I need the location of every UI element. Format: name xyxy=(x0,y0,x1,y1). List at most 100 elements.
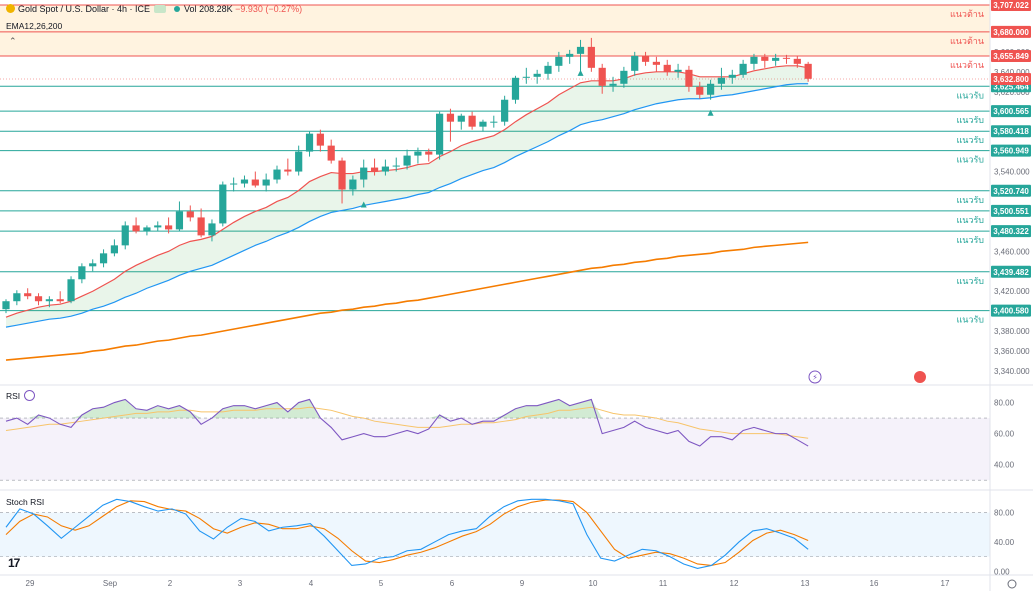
rsi-panel[interactable] xyxy=(0,398,990,481)
us-flag-icon xyxy=(914,371,926,383)
candle-body xyxy=(273,169,281,180)
candle-body xyxy=(24,293,32,297)
support-label: แนวรับ xyxy=(956,196,984,206)
x-tick-label: 3 xyxy=(238,579,243,588)
candle-body xyxy=(425,151,433,155)
candle-body xyxy=(457,115,465,122)
last-price-text: 3,632.800 xyxy=(993,75,1029,84)
candle-body xyxy=(609,83,617,86)
candle-body xyxy=(739,63,747,75)
candle-body xyxy=(620,70,628,84)
price-tag-text: 3,580.418 xyxy=(993,127,1029,136)
y-tick-label: 3,460.000 xyxy=(994,247,1030,256)
candle-body xyxy=(479,121,487,127)
candle-body xyxy=(696,86,704,95)
resistance-label: แนวต้าน xyxy=(950,36,984,47)
symbol-title: Gold Spot / U.S. Dollar · 4h · ICE xyxy=(18,4,151,14)
candle-body xyxy=(240,179,249,184)
candle-body xyxy=(165,225,173,230)
candle-body xyxy=(750,56,758,64)
rsi-settings-icon[interactable] xyxy=(24,390,36,401)
stoch-tick-label: 0.00 xyxy=(994,567,1010,576)
price-tag-text: 3,680.000 xyxy=(993,28,1029,37)
price-tag-text: 3,520.740 xyxy=(993,187,1029,196)
candle-body xyxy=(403,155,411,166)
candle-body xyxy=(707,83,715,95)
rsi-overbought-fill xyxy=(125,399,137,419)
price-change: −9.930 (−0.27%) xyxy=(235,4,303,14)
lightning-icon-glyph: ⚡ xyxy=(812,373,818,382)
candle-body xyxy=(121,225,129,246)
y-tick-label: 3,540.000 xyxy=(994,168,1030,177)
x-tick-label: 9 xyxy=(520,579,525,588)
candle-body xyxy=(110,245,118,254)
candle-body xyxy=(67,279,75,302)
candle-body xyxy=(555,56,563,66)
buy-marker xyxy=(577,69,584,76)
candle-body xyxy=(143,227,151,232)
support-label: แนวรับ xyxy=(956,116,984,126)
indicator-legend[interactable]: EMA12,26,200 xyxy=(6,21,62,31)
chart-canvas[interactable]: แนวต้านแนวต้านแนวต้านแนวรับแนวรับแนวรับแ… xyxy=(0,0,1033,591)
rsi-band xyxy=(0,418,990,481)
candle-body xyxy=(154,225,162,228)
price-tag-text: 3,707.022 xyxy=(993,1,1029,10)
price-tag-text: 3,400.580 xyxy=(993,307,1029,316)
candle-body xyxy=(804,63,812,79)
candle-body xyxy=(89,263,97,267)
candle-body xyxy=(652,61,660,65)
price-panel[interactable]: แนวต้านแนวต้านแนวต้านแนวรับแนวรับแนวรับแ… xyxy=(0,4,990,384)
candle-body xyxy=(34,296,43,302)
y-tick-label: 3,360.000 xyxy=(994,347,1030,356)
candle-body xyxy=(663,64,671,72)
stoch-band xyxy=(0,512,990,557)
candle-body xyxy=(685,69,693,87)
candle-body xyxy=(197,217,205,236)
price-tag-text: 3,439.482 xyxy=(993,268,1029,277)
x-tick-label: 16 xyxy=(870,579,879,588)
candle-body xyxy=(468,115,476,127)
price-tag-text: 3,560.949 xyxy=(993,147,1029,156)
candle-body xyxy=(446,113,455,122)
x-tick-label: 5 xyxy=(379,579,384,588)
x-tick-label: 13 xyxy=(801,579,810,588)
x-tick-label: 11 xyxy=(659,579,668,588)
candle-body xyxy=(598,67,606,86)
candle-body xyxy=(436,113,444,155)
stoch-rsi-panel[interactable] xyxy=(0,498,990,569)
rsi-overbought-fill xyxy=(190,411,202,419)
x-tick-label: Sep xyxy=(103,579,118,588)
candle-body xyxy=(544,65,552,74)
rsi-tick-label: 60.00 xyxy=(994,430,1015,439)
ema200-line xyxy=(5,241,809,361)
collapse-legend-icon[interactable]: ⌃ xyxy=(9,36,17,47)
x-tick-label: 2 xyxy=(168,579,173,588)
candle-body xyxy=(381,166,389,172)
candle-body xyxy=(501,99,509,122)
candle-body xyxy=(262,179,270,186)
candle-body xyxy=(674,69,682,72)
support-label: แนวรับ xyxy=(956,91,984,101)
visibility-toggle-icon[interactable] xyxy=(154,5,167,13)
candle-body xyxy=(284,169,292,172)
x-tick-label: 12 xyxy=(730,579,739,588)
x-tick-label: 10 xyxy=(589,579,598,588)
stoch-tick-label: 80.00 xyxy=(994,509,1015,518)
candle-body xyxy=(219,184,227,224)
price-tag-text: 3,600.565 xyxy=(993,107,1029,116)
candle-body xyxy=(305,133,314,152)
stoch-panel-label: Stoch RSI xyxy=(6,497,45,507)
candle-body xyxy=(566,53,574,57)
candle-body xyxy=(370,167,379,172)
candle-body xyxy=(316,133,324,146)
candle-body xyxy=(641,55,650,62)
tradingview-logo: 17 xyxy=(8,556,20,570)
volume-label: Vol xyxy=(184,4,197,14)
candle-body xyxy=(533,73,541,77)
candle-body xyxy=(45,299,53,302)
x-tick-label: 4 xyxy=(309,579,314,588)
candle-body xyxy=(56,299,64,302)
candle-body xyxy=(230,183,238,185)
rsi-overbought-fill xyxy=(179,405,191,419)
candle-body xyxy=(392,165,400,167)
